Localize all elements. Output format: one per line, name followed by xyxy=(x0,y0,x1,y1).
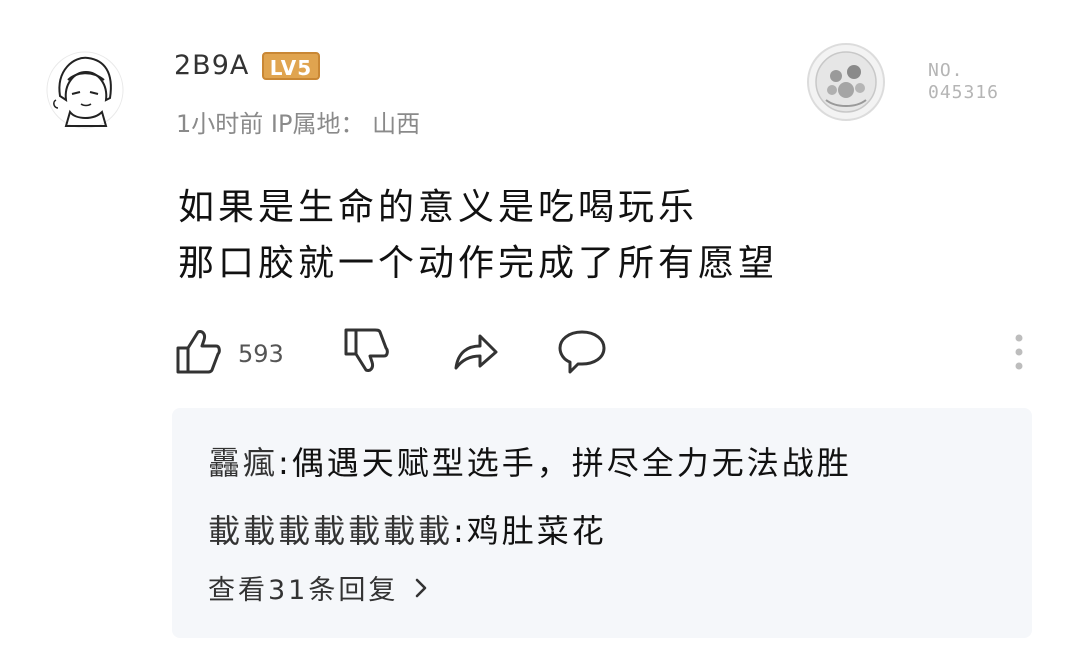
chevron-right-icon xyxy=(414,575,428,606)
reply-separator: : xyxy=(453,512,467,550)
time-ago: 1小时前 xyxy=(176,110,264,138)
comment-bubble-icon[interactable] xyxy=(556,326,608,380)
reply-separator: : xyxy=(278,444,292,482)
share-icon[interactable] xyxy=(450,326,500,380)
comment-card: 2B9A LV5 1小时前 IP属地： 山西 NO. 045316 如果是生命的… xyxy=(0,0,1080,668)
medal-no-value: 045316 xyxy=(928,82,1000,103)
view-more-replies[interactable]: 查看31条回复 xyxy=(208,568,428,607)
reply-item[interactable]: 靐瘋:偶遇天赋型选手，拼尽全力无法战胜 xyxy=(208,438,852,484)
username[interactable]: 2B9A xyxy=(174,50,249,81)
medal-no-label: NO. xyxy=(928,60,964,81)
level-badge: LV5 xyxy=(262,52,320,80)
reply-preview: 靐瘋:偶遇天赋型选手，拼尽全力无法战胜 載載載載載載載:鸡肚菜花 查看31条回复 xyxy=(172,408,1032,638)
reply-author[interactable]: 靐瘋 xyxy=(208,444,278,482)
ip-location: IP属地： 山西 xyxy=(270,110,421,138)
like-count: 593 xyxy=(238,340,284,368)
fan-medal[interactable] xyxy=(806,42,886,122)
comment-meta: 1小时前 IP属地： 山西 xyxy=(176,104,420,139)
more-vertical-icon[interactable] xyxy=(1012,332,1026,376)
comment-content: 如果是生命的意义是吃喝玩乐 那口胶就一个动作完成了所有愿望 xyxy=(178,180,778,292)
action-bar: 593 xyxy=(172,326,1032,382)
content-line-1: 如果是生命的意义是吃喝玩乐 xyxy=(178,187,699,228)
content-line-2: 那口胶就一个动作完成了所有愿望 xyxy=(178,243,779,284)
thumbs-down-icon[interactable] xyxy=(342,326,390,380)
reply-item[interactable]: 載載載載載載載:鸡肚菜花 xyxy=(208,506,607,552)
view-more-label: 查看31条回复 xyxy=(208,575,399,606)
reply-text: 鸡肚菜花 xyxy=(466,512,607,550)
medal-number: NO. 045316 xyxy=(928,60,999,104)
thumbs-up-icon[interactable] xyxy=(174,326,222,380)
reply-author[interactable]: 載載載載載載載 xyxy=(208,512,453,550)
avatar-sketch-icon xyxy=(46,51,124,129)
reply-text: 偶遇天赋型选手，拼尽全力无法战胜 xyxy=(291,444,852,482)
avatar[interactable] xyxy=(46,50,124,130)
medal-icon xyxy=(807,43,885,121)
